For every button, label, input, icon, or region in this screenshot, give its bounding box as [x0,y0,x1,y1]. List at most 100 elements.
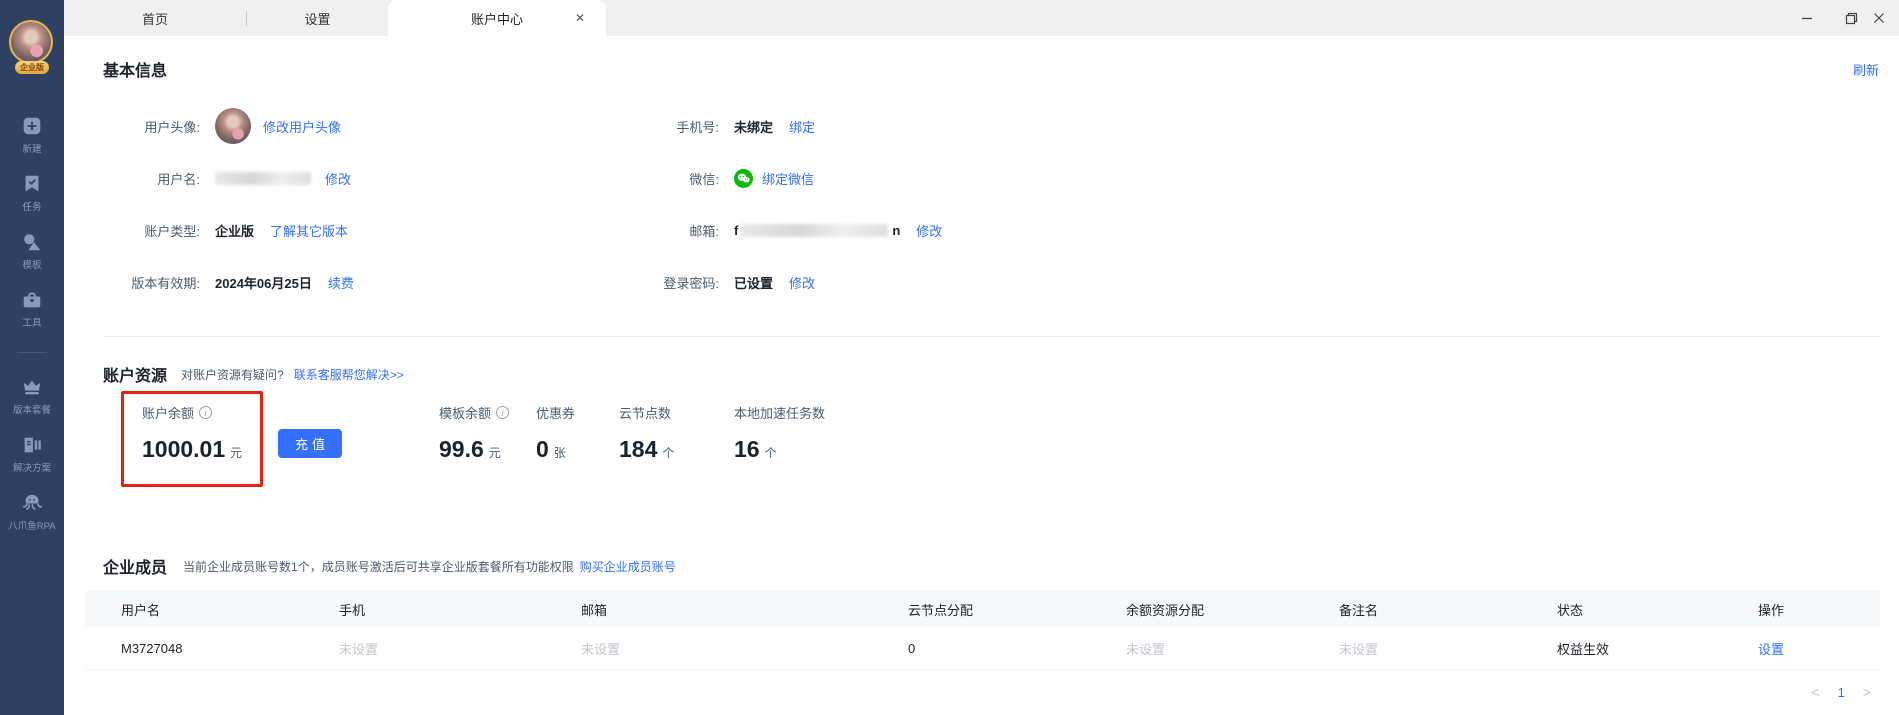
col-email: 邮箱 [581,602,608,618]
local-boost-value: 16 [734,436,760,462]
edit-username-link[interactable]: 修改 [325,169,351,188]
resources-question: 对账户资源有疑问? [181,367,284,382]
basic-info-grid: 用户头像: 修改用户头像 用户名: 修改 账户类型: 企业版 了解其它版本 版本… [103,100,1879,308]
col-status: 状态 [1557,602,1584,618]
tab-account-center[interactable]: 账户中心 ✕ [388,0,606,36]
resources-row: 账户余额 i 1000.01 元 充值 模板余额 i 99.6 元 优惠券 0张 [103,391,1879,507]
row-version-expiry: 版本有效期: 2024年06月25日 续费 [103,256,639,308]
tab-close-icon[interactable]: ✕ [572,10,588,26]
row-account-type: 账户类型: 企业版 了解其它版本 [103,204,639,256]
resource-label: 优惠券 [536,406,576,421]
user-avatar[interactable]: 企业版 [9,20,55,74]
sidebar-item-tasks[interactable]: 任务 [0,164,64,222]
sidebar-item-plans[interactable]: 版本套餐 [0,367,64,425]
cell-email: 未设置 [581,641,621,657]
shapes-icon [21,231,43,253]
info-icon[interactable]: i [199,406,213,419]
sidebar: 企业版 新建 任务 模板 工具 版本套餐 解决方案 八爪鱼RPA [0,0,64,715]
row-user-avatar: 用户头像: 修改用户头像 [103,100,639,152]
solution-doc-icon [21,434,43,456]
row-email: 邮箱: f n 修改 [639,204,1879,256]
field-label: 用户名: [157,171,200,187]
field-label: 微信: [689,171,719,187]
tab-label: 设置 [304,11,331,27]
cell-remark: 未设置 [1339,641,1379,657]
row-settings-link[interactable]: 设置 [1758,639,1880,658]
resource-coupons: 优惠券 0张 [536,403,575,463]
pagination: < 1 > [103,684,1871,700]
members-table: 用户名 手机 邮箱 云节点分配 余额资源分配 备注名 状态 操作 M372704… [85,591,1880,670]
tab-label: 账户中心 [470,11,523,27]
refresh-link[interactable]: 刷新 [1853,60,1879,79]
resource-label: 账户余额 [142,406,195,421]
sidebar-item-label: 版本套餐 [13,405,51,416]
crown-icon [21,376,43,398]
sidebar-item-label: 任务 [22,202,42,213]
sidebar-item-templates[interactable]: 模板 [0,222,64,280]
page-number[interactable]: 1 [1838,685,1845,700]
next-page-icon[interactable]: > [1863,684,1871,700]
sidebar-item-label: 模板 [22,260,42,271]
coupons-value: 0 [536,436,549,462]
account-type-value: 企业版 [215,223,255,239]
info-icon[interactable]: i [496,406,510,419]
avatar-image [9,20,53,64]
cell-cloud-nodes: 0 [908,640,916,656]
table-header-row: 用户名 手机 邮箱 云节点分配 余额资源分配 备注名 状态 操作 [85,591,1880,627]
balance-value: 1000.01 [142,436,226,462]
briefcase-icon [21,289,43,311]
balance-unit: 元 [230,446,243,460]
sidebar-item-new[interactable]: 新建 [0,106,64,164]
close-button[interactable] [1873,0,1899,36]
table-row: M3727048 未设置 未设置 0 未设置 未设置 权益生效 设置 [85,627,1880,670]
basic-info-title: 基本信息 [103,63,168,80]
edit-email-link[interactable]: 修改 [916,221,942,240]
profile-avatar-image [215,108,251,144]
sidebar-item-label: 解决方案 [13,463,51,474]
contact-support-link[interactable]: 联系客服帮您解决>> [294,366,404,383]
bookmark-check-icon [21,173,43,195]
cloud-nodes-value: 184 [619,436,658,462]
field-label: 邮箱: [689,223,719,239]
bind-wechat-link[interactable]: 绑定微信 [762,169,814,188]
field-label: 版本有效期: [131,275,200,291]
field-label: 手机号: [676,119,719,135]
cloud-nodes-unit: 个 [662,446,675,460]
tab-home[interactable]: 首页 [64,0,246,36]
change-avatar-link[interactable]: 修改用户头像 [263,117,341,136]
renew-link[interactable]: 续费 [328,273,354,292]
tab-settings[interactable]: 设置 [247,0,388,36]
prev-page-icon[interactable]: < [1811,684,1819,700]
tab-label: 首页 [141,11,168,27]
template-balance-value: 99.6 [439,436,484,462]
sidebar-item-label: 八爪鱼RPA [8,521,56,532]
field-label: 用户头像: [144,119,200,135]
buy-member-account-link[interactable]: 购买企业成员账号 [580,558,676,575]
local-boost-unit: 个 [764,446,777,460]
restore-button[interactable] [1829,0,1873,36]
cell-phone: 未设置 [339,641,379,657]
wechat-icon [734,168,753,188]
sidebar-item-solutions[interactable]: 解决方案 [0,425,64,483]
other-versions-link[interactable]: 了解其它版本 [270,221,348,240]
tab-bar: 首页 设置 账户中心 ✕ [64,0,1899,36]
resource-template-balance: 模板余额 i 99.6 元 [439,403,510,463]
edit-password-link[interactable]: 修改 [789,273,815,292]
recharge-button[interactable]: 充值 [278,429,342,458]
row-wechat: 微信: 绑定微信 [639,152,1879,204]
minimize-button[interactable] [1785,0,1829,36]
col-phone: 手机 [339,602,366,618]
window-controls [1785,0,1899,36]
email-suffix: n [892,222,901,238]
username-masked-value [215,171,311,185]
sidebar-item-tools[interactable]: 工具 [0,280,64,338]
resource-label: 本地加速任务数 [734,406,826,421]
resource-label: 模板余额 [439,406,492,421]
sidebar-item-rpa[interactable]: 八爪鱼RPA [0,483,64,541]
members-title: 企业成员 [103,560,168,577]
password-status-value: 已设置 [734,275,774,291]
email-masked-value [740,223,889,237]
sidebar-item-label: 新建 [22,144,42,155]
resource-cloud-nodes: 云节点数 184 个 [619,403,674,463]
bind-phone-link[interactable]: 绑定 [789,117,815,136]
